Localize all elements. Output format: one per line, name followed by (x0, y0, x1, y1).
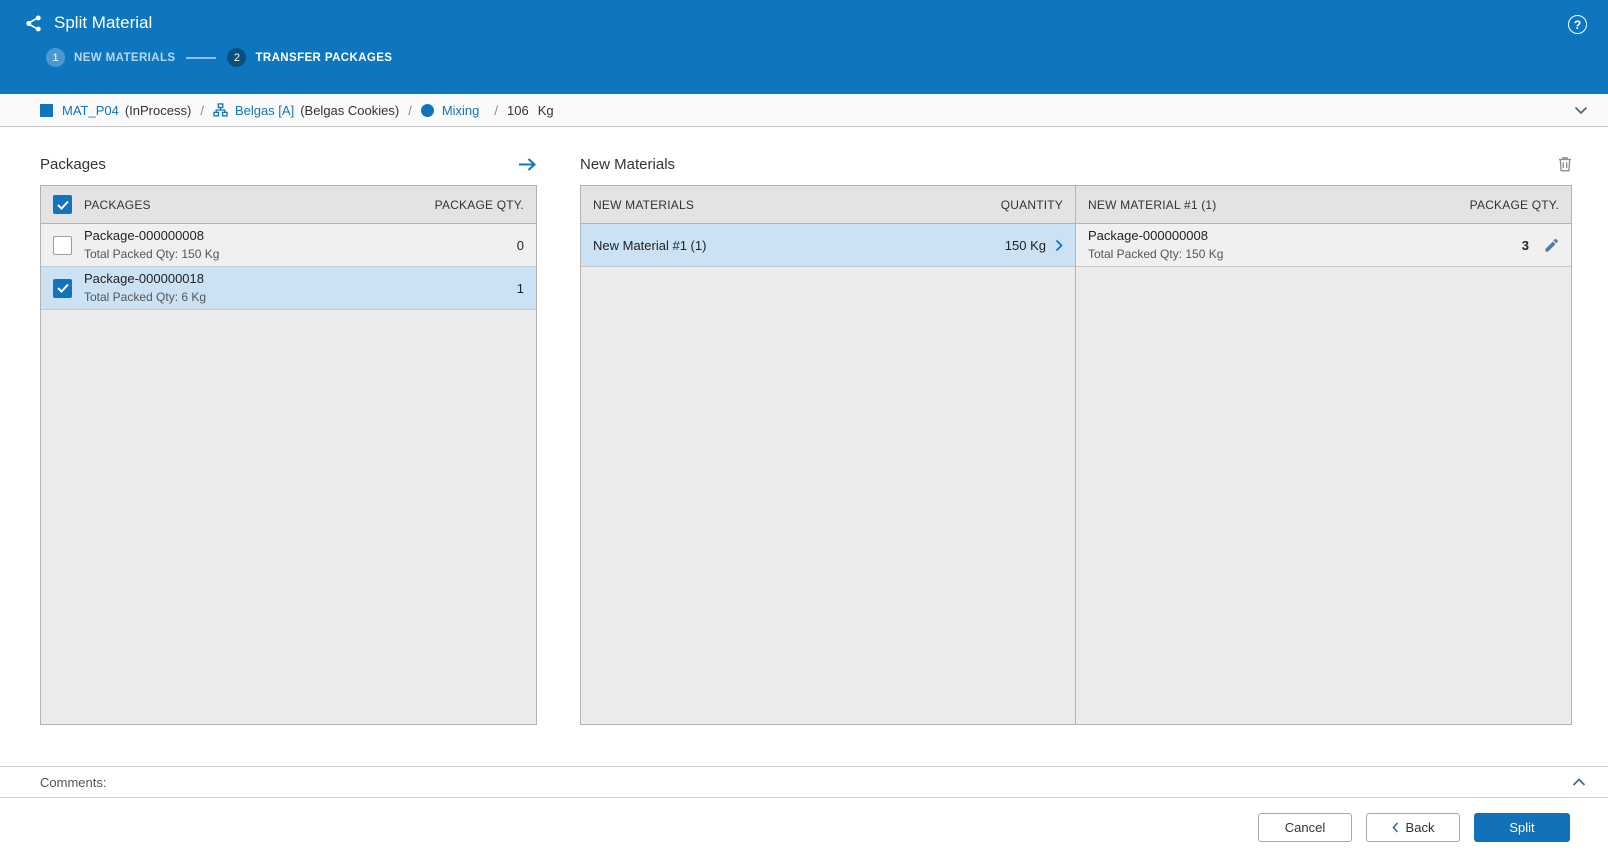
material-package-cell: Package-000000008 Total Packed Qty: 150 … (1088, 227, 1223, 263)
context-breadcrumb: MAT_P04 (InProcess) / Belgas [A] (Belgas… (0, 94, 1608, 127)
packages-table-header: PACKAGES PACKAGE QTY. (41, 186, 536, 224)
breadcrumb-material-link[interactable]: MAT_P04 (62, 103, 119, 118)
main-content: Packages PACKAGES PACKAGE QTY. Package-0… (0, 127, 1608, 766)
step-dot-icon (420, 103, 434, 117)
quantity-column-header: QUANTITY (1000, 197, 1063, 212)
materials-table-body: New Material #1 (1) 150 Kg (581, 224, 1075, 724)
page-title: Split Material (54, 13, 153, 32)
new-material-quantity: 150 Kg (1004, 237, 1046, 253)
transfer-packages-arrow-icon[interactable] (518, 157, 537, 172)
comments-label: Comments: (40, 774, 107, 790)
breadcrumb-quantity-unit: Kg (537, 102, 554, 118)
materials-table-header: NEW MATERIALS QUANTITY (581, 186, 1075, 224)
step-2-label: TRANSFER PACKAGES (255, 51, 393, 64)
material-package-qty: 3 (1521, 237, 1529, 253)
new-materials-panel-title: New Materials (580, 155, 676, 173)
package-qty-column-header: PACKAGE QTY. (434, 197, 524, 212)
step-transfer-packages[interactable]: 2 TRANSFER PACKAGES (227, 48, 392, 67)
breadcrumb-quantity-value: 106 (507, 102, 529, 118)
action-bar: Cancel Back Split (0, 798, 1608, 856)
cancel-button[interactable]: Cancel (1258, 812, 1352, 842)
package-detail: Total Packed Qty: 6 Kg (84, 289, 207, 304)
package-checkbox[interactable] (53, 278, 72, 298)
back-button[interactable]: Back (1366, 812, 1460, 842)
flow-icon (213, 103, 228, 117)
packages-panel-title: Packages (40, 155, 106, 173)
new-materials-tables: NEW MATERIALS QUANTITY New Material #1 (… (580, 185, 1572, 725)
package-cell: Package-000000018 Total Packed Qty: 6 Kg (84, 270, 206, 306)
new-material-row[interactable]: New Material #1 (1) 150 Kg (581, 224, 1075, 267)
breadcrumb-separator: / (200, 102, 204, 118)
chevron-up-icon[interactable] (1572, 777, 1586, 787)
breadcrumb-separator: / (494, 102, 499, 118)
breadcrumb-separator: / (408, 102, 412, 118)
trash-icon[interactable] (1558, 156, 1572, 172)
step-2-number: 2 (227, 48, 247, 67)
split-material-icon (24, 14, 43, 33)
package-cell: Package-000000008 Total Packed Qty: 150 … (84, 227, 219, 263)
help-icon[interactable]: ? (1568, 15, 1587, 34)
new-materials-panel: New Materials NEW MATERIALS QUANTITY New… (580, 153, 1572, 766)
step-connector-line (186, 56, 217, 59)
split-material-page: Split Material ? 1 NEW MATERIALS 2 TRANS… (0, 0, 1608, 856)
breadcrumb-material-state: (InProcess) (124, 102, 192, 118)
chevron-right-icon (1055, 239, 1063, 252)
materials-list-table: NEW MATERIALS QUANTITY New Material #1 (… (581, 186, 1076, 724)
step-1-label: NEW MATERIALS (74, 51, 176, 64)
package-checkbox[interactable] (53, 235, 72, 255)
package-row[interactable]: Package-000000018 Total Packed Qty: 6 Kg… (41, 267, 536, 310)
material-name-column-header: NEW MATERIAL #1 (1) (1088, 197, 1217, 212)
new-materials-panel-head: New Materials (580, 153, 1572, 175)
breadcrumb-flow-description: (Belgas Cookies) (300, 102, 400, 118)
app-header: Split Material ? 1 NEW MATERIALS 2 TRANS… (0, 0, 1608, 94)
step-1-number: 1 (46, 48, 65, 67)
comments-section-toggle[interactable]: Comments: (0, 766, 1608, 798)
packages-column-header: PACKAGES (84, 197, 151, 212)
package-name: Package-000000018 (84, 270, 204, 286)
select-all-packages-checkbox[interactable] (53, 195, 72, 214)
package-qty-column-header: PACKAGE QTY. (1469, 197, 1559, 212)
material-packages-table: NEW MATERIAL #1 (1) PACKAGE QTY. Package… (1076, 186, 1571, 724)
material-package-detail: Total Packed Qty: 150 Kg (1088, 246, 1224, 261)
step-new-materials[interactable]: 1 NEW MATERIALS (46, 48, 175, 67)
package-qty: 1 (516, 280, 524, 296)
packages-table: PACKAGES PACKAGE QTY. Package-000000008 … (40, 185, 537, 725)
package-row[interactable]: Package-000000008 Total Packed Qty: 150 … (41, 224, 536, 267)
breadcrumb-flow-link[interactable]: Belgas [A] (235, 103, 294, 118)
chevron-left-icon (1391, 821, 1399, 833)
back-button-label: Back (1405, 819, 1435, 835)
material-package-row[interactable]: Package-000000008 Total Packed Qty: 150 … (1076, 224, 1571, 267)
title-row: Split Material (24, 13, 1584, 33)
package-qty: 0 (516, 237, 524, 253)
package-name: Package-000000008 (84, 227, 204, 243)
new-materials-column-header: NEW MATERIALS (593, 197, 695, 212)
breadcrumb-step-link[interactable]: Mixing (442, 103, 480, 118)
packages-panel-head: Packages (40, 153, 537, 175)
package-detail: Total Packed Qty: 150 Kg (84, 246, 220, 261)
material-packages-table-header: NEW MATERIAL #1 (1) PACKAGE QTY. (1076, 186, 1571, 224)
wizard-stepper: 1 NEW MATERIALS 2 TRANSFER PACKAGES (46, 48, 1584, 67)
packages-panel: Packages PACKAGES PACKAGE QTY. Package-0… (40, 153, 537, 766)
chevron-down-icon[interactable] (1574, 106, 1588, 115)
split-button[interactable]: Split (1474, 812, 1570, 842)
material-package-name: Package-000000008 (1088, 227, 1208, 243)
material-square-icon (40, 103, 53, 117)
edit-pencil-icon[interactable] (1544, 238, 1559, 253)
material-packages-table-body: Package-000000008 Total Packed Qty: 150 … (1076, 224, 1571, 724)
packages-table-body: Package-000000008 Total Packed Qty: 150 … (41, 224, 536, 724)
new-material-name: New Material #1 (1) (593, 237, 707, 253)
